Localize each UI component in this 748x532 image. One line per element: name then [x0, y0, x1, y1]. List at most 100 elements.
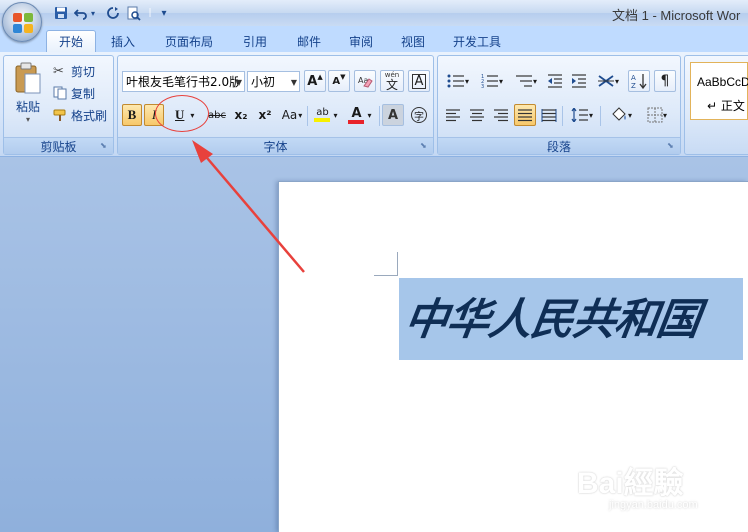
font-size-combo[interactable]: 小初 ▼ [247, 71, 300, 92]
strikethrough-icon: abc [208, 109, 226, 121]
enclose-characters-button[interactable]: 字 [408, 104, 430, 126]
svg-text:A: A [631, 74, 636, 82]
distributed-button[interactable] [538, 104, 560, 126]
align-center-button[interactable] [466, 104, 488, 126]
align-left-button[interactable] [442, 104, 464, 126]
clear-formatting-button[interactable]: Aa [354, 70, 376, 92]
superscript-button[interactable]: x² [254, 104, 276, 126]
paste-button[interactable]: 粘贴 ▾ [8, 58, 48, 128]
phonetic-guide-button[interactable]: wén 文 [380, 70, 404, 92]
tab-review[interactable]: 审阅 [338, 30, 384, 52]
character-border-button[interactable]: A [408, 70, 430, 92]
bullets-dropdown-icon[interactable]: ▾ [465, 77, 469, 86]
office-button[interactable] [2, 2, 42, 42]
bold-button[interactable]: B [122, 104, 142, 126]
borders-button[interactable]: ▾ [640, 104, 674, 126]
change-case-button[interactable]: Aa ▾ [278, 104, 306, 126]
chinese-layout-dropdown-icon[interactable]: ▾ [615, 77, 619, 86]
shading-button[interactable]: ▾ [604, 104, 638, 126]
align-center-icon [470, 108, 484, 121]
chinese-layout-button[interactable]: ▾ [592, 70, 624, 92]
cut-label: 剪切 [71, 64, 96, 79]
format-painter-button[interactable]: 格式刷 [52, 104, 114, 126]
highlight-icon: ab [314, 108, 331, 122]
shading-dropdown-icon[interactable]: ▾ [628, 111, 632, 120]
paste-icon [15, 62, 41, 94]
font-name-dropdown-icon[interactable]: ▼ [236, 78, 242, 87]
paragraph-separator-2 [600, 106, 601, 126]
undo-dropdown-icon[interactable]: ▾ [88, 4, 98, 22]
numbering-dropdown-icon[interactable]: ▾ [499, 77, 503, 86]
tab-mailings[interactable]: 邮件 [286, 30, 332, 52]
highlight-dropdown-icon[interactable]: ▾ [333, 111, 337, 120]
copy-icon [53, 86, 67, 100]
sort-icon: AZ [631, 74, 647, 89]
paste-label: 粘贴 [15, 100, 40, 114]
save-icon[interactable] [52, 4, 70, 22]
line-spacing-dropdown-icon[interactable]: ▾ [589, 111, 593, 120]
clipboard-launcher-icon[interactable]: ⬊ [100, 141, 110, 151]
phonetic-guide-icon: 文 [385, 77, 398, 92]
document-text[interactable]: 中华人民共和国 [400, 284, 704, 356]
tab-page-layout[interactable]: 页面布局 [156, 30, 222, 52]
bullets-button[interactable]: ▾ [442, 70, 474, 92]
annotation-circle [155, 95, 209, 132]
justify-button[interactable] [514, 104, 536, 126]
borders-dropdown-icon[interactable]: ▾ [663, 111, 667, 120]
character-shading-button[interactable]: A [382, 104, 404, 126]
paragraph-launcher-icon[interactable]: ⬊ [667, 141, 677, 151]
print-preview-icon[interactable] [124, 4, 142, 22]
font-size-dropdown-icon[interactable]: ▼ [291, 78, 297, 87]
increase-indent-icon [572, 74, 586, 88]
customize-qat-icon[interactable]: ▾ [158, 4, 170, 22]
highlight-color-bar [314, 118, 331, 122]
decrease-indent-icon [548, 74, 562, 88]
watermark-url: jingyan.baidu.com [609, 499, 698, 511]
paste-dropdown-icon: ▾ [25, 115, 30, 124]
numbering-button[interactable]: 123 ▾ [476, 70, 508, 92]
font-color-dropdown-icon[interactable]: ▾ [367, 111, 371, 120]
font-name-combo[interactable]: 叶根友毛笔行书2.0版 ▼ [122, 71, 245, 92]
grow-font-button[interactable]: A ▲ [304, 70, 326, 92]
show-hide-marks-button[interactable]: ¶ [654, 70, 676, 92]
tab-home[interactable]: 开始 [46, 30, 96, 52]
strikethrough-button[interactable]: abc [206, 104, 228, 126]
style-normal-tile[interactable]: AaBbCcD ↵ 正文 [690, 62, 748, 120]
numbering-icon: 123 [481, 74, 498, 88]
tab-developer[interactable]: 开发工具 [444, 30, 510, 52]
multilevel-list-dropdown-icon[interactable]: ▾ [533, 77, 537, 86]
character-shading-icon: A [387, 107, 399, 123]
crop-mark-vertical [397, 252, 398, 276]
borders-icon [647, 107, 663, 123]
change-case-dropdown-icon[interactable]: ▾ [298, 111, 302, 120]
sort-button[interactable]: AZ [628, 70, 650, 92]
clipboard-group-label: 剪贴板 [4, 137, 113, 154]
ribbon: 粘贴 ▾ ✂ 剪切 复制 格式刷 剪贴板 ⬊ 叶根友毛笔行书2.0版 ▼ 小初 … [0, 52, 748, 157]
redo-icon[interactable] [104, 4, 122, 22]
subscript-icon: x₂ [234, 108, 248, 122]
subscript-button[interactable]: x₂ [230, 104, 252, 126]
baidu-watermark: Bai經驗 jingyan.baidu.com [545, 446, 745, 526]
tab-references[interactable]: 引用 [232, 30, 278, 52]
paragraph-group: ▾ 123 ▾ ▾ ▾ AZ ¶ ▾ ▾ ▾ 段落 ⬊ [437, 55, 681, 155]
highlight-button[interactable]: ab ▾ [310, 104, 342, 126]
line-spacing-button[interactable]: ▾ [566, 104, 598, 126]
decrease-indent-button[interactable] [544, 70, 566, 92]
increase-indent-button[interactable] [568, 70, 590, 92]
font-name-value: 叶根友毛笔行书2.0版 [126, 75, 238, 89]
copy-button[interactable]: 复制 [52, 82, 112, 104]
tab-view[interactable]: 视图 [390, 30, 436, 52]
font-launcher-icon[interactable]: ⬊ [420, 141, 430, 151]
align-right-button[interactable] [490, 104, 512, 126]
multilevel-list-icon [515, 75, 532, 87]
superscript-icon: x² [258, 108, 272, 122]
format-painter-label: 格式刷 [71, 108, 108, 123]
tab-insert[interactable]: 插入 [100, 30, 146, 52]
font-size-value: 小初 [251, 75, 276, 89]
multilevel-list-button[interactable]: ▾ [510, 70, 542, 92]
font-color-button[interactable]: A ▾ [344, 104, 376, 126]
font-separator [307, 106, 308, 126]
cut-button[interactable]: ✂ 剪切 [52, 60, 112, 82]
shrink-font-button[interactable]: A ▼ [328, 70, 350, 92]
pilcrow-icon: ¶ [660, 73, 670, 89]
